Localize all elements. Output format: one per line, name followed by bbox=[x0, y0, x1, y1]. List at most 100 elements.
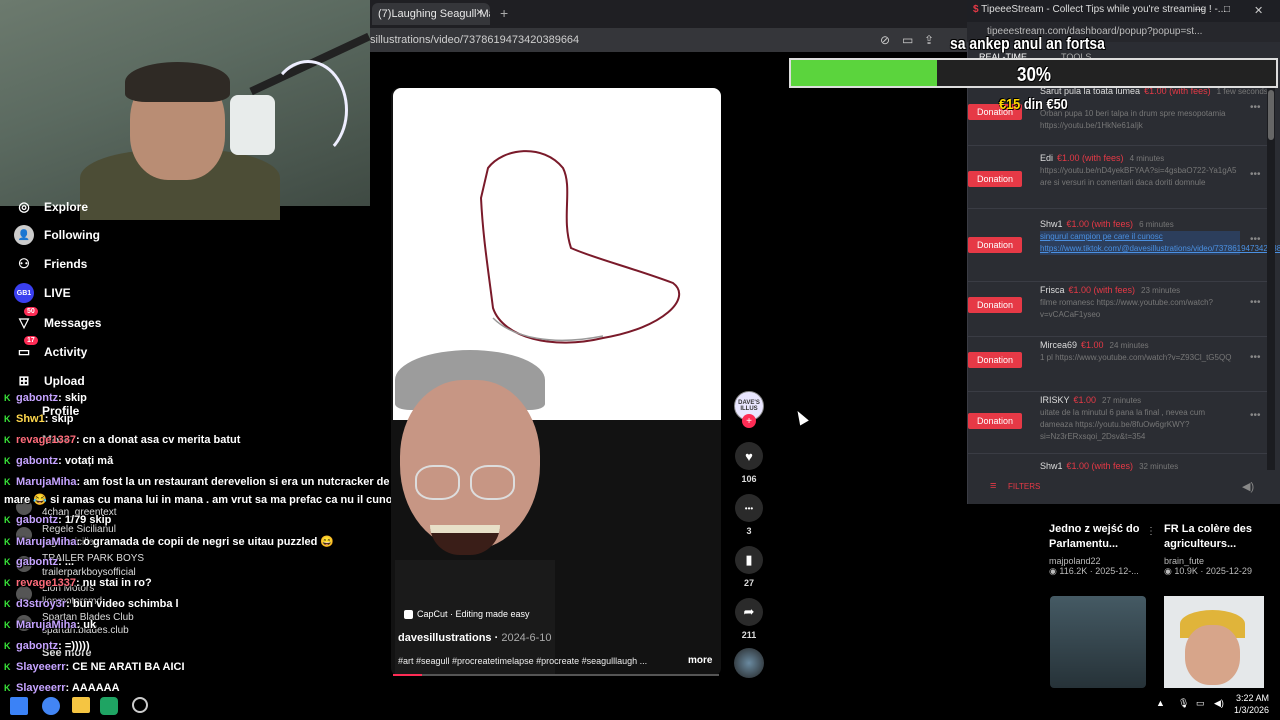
webcam-person-hair bbox=[125, 62, 230, 102]
suggestion-item[interactable]: FR La colère des agriculteurs... brain_f… bbox=[1164, 522, 1274, 577]
bookmark-icon[interactable]: ▮ bbox=[735, 546, 763, 574]
video-author-line[interactable]: davesillustrations · 2024-6-10 bbox=[398, 632, 551, 644]
music-disc-icon[interactable] bbox=[734, 648, 764, 678]
folder-icon[interactable] bbox=[72, 697, 90, 713]
maximize-icon[interactable]: □ bbox=[1224, 4, 1230, 15]
suggestion-thumbnail[interactable] bbox=[1050, 596, 1146, 688]
chat-message: Kgabontz: skip bbox=[4, 392, 87, 404]
more-button[interactable]: more bbox=[688, 655, 712, 666]
clock-date[interactable]: 1/3/2026 bbox=[1234, 705, 1269, 715]
twitch-badge-icon: K bbox=[4, 578, 11, 588]
more-options-icon[interactable]: ••• bbox=[1250, 169, 1261, 180]
more-options-icon[interactable]: ••• bbox=[1250, 352, 1261, 363]
chrome-icon[interactable] bbox=[42, 697, 60, 715]
share-count: 211 bbox=[741, 630, 757, 640]
capcut-watermark[interactable]: CapCut · Editing made easy bbox=[404, 609, 530, 619]
goal-percent: 30% bbox=[1017, 64, 1052, 86]
sidebar-item-following[interactable]: 👤 Following bbox=[14, 224, 100, 246]
volume-icon[interactable]: ◀) bbox=[1242, 480, 1254, 493]
twitch-badge-icon: K bbox=[4, 515, 11, 525]
donation-row: Donation Shw1 €1.00 (with fees) 6 minutes … bbox=[968, 212, 1280, 282]
app-icon[interactable] bbox=[100, 697, 118, 715]
live-icon: GB1 bbox=[14, 283, 34, 303]
obs-icon[interactable] bbox=[132, 697, 148, 713]
sidebar-item-messages[interactable]: ▽ 50 Messages bbox=[14, 307, 102, 334]
donation-message-link[interactable]: singurul campion pe care il cunosc https… bbox=[1040, 231, 1280, 255]
donation-row: Donation Mircea69 €1.00 24 minutes 1 pl ht… bbox=[968, 337, 1268, 392]
tipeee-logo-icon: $ bbox=[973, 4, 979, 15]
browser-tab[interactable]: (7)Laughing Seagull Man A bbox=[372, 3, 490, 25]
sidebar-item-activity[interactable]: ▭ 17 Activity bbox=[14, 336, 87, 363]
comment-button[interactable]: ••• 3 bbox=[734, 494, 764, 536]
speaker-icon[interactable]: ◀) bbox=[1214, 698, 1224, 709]
network-icon[interactable]: ▭ bbox=[1196, 698, 1205, 709]
donation-message: uitate de la minutul 6 pana la final , n… bbox=[1040, 408, 1205, 441]
donation-badge[interactable]: Donation bbox=[968, 413, 1022, 429]
windows-start-icon[interactable] bbox=[10, 697, 28, 715]
heart-icon[interactable]: ♥ bbox=[735, 442, 763, 470]
twitch-badge-icon: K bbox=[4, 557, 11, 567]
like-button[interactable]: ♥ 106 bbox=[734, 442, 764, 484]
more-options-icon[interactable]: ••• bbox=[1250, 102, 1261, 113]
more-options-icon[interactable]: ••• bbox=[1250, 234, 1261, 245]
more-options-icon[interactable]: ••• bbox=[1250, 297, 1261, 308]
suggestion-item[interactable]: Jedno z wejść do Parlamentu... majpoland… bbox=[1049, 522, 1159, 577]
mic-icon[interactable]: 🎙 bbox=[1178, 698, 1189, 709]
follow-plus-icon[interactable]: + bbox=[742, 414, 756, 428]
suggestion-menu-icon[interactable]: ⋮ bbox=[1146, 526, 1156, 537]
chat-message: K Slayeeerr: CE NE ARATI BA AICI bbox=[4, 661, 185, 673]
donation-badge[interactable]: Donation bbox=[968, 352, 1022, 368]
suggestion-title[interactable]: Jedno z wejść do Parlamentu... bbox=[1049, 522, 1159, 552]
post-date: 2024-6-10 bbox=[501, 632, 552, 644]
eye-off-icon[interactable]: ⊘ bbox=[880, 33, 894, 47]
video-hashtags[interactable]: #art #seagull #procreatetimelapse #procr… bbox=[398, 656, 688, 666]
save-button[interactable]: ▮ 27 bbox=[734, 546, 764, 588]
taskbar bbox=[0, 694, 160, 720]
new-tab-icon[interactable]: + bbox=[500, 5, 508, 21]
share-button[interactable]: ➦ 211 bbox=[734, 598, 764, 640]
clock-time[interactable]: 3:22 AM bbox=[1236, 693, 1269, 703]
chat-message: Kgabontz: ... bbox=[4, 556, 75, 568]
messages-icon: ▽ 50 bbox=[14, 307, 38, 333]
goal-amount: €15 din €50 bbox=[999, 96, 1068, 113]
author-name[interactable]: davesillustrations bbox=[398, 632, 492, 644]
donor-line: Shw1 €1.00 (with fees) 32 minutes bbox=[1040, 461, 1179, 471]
video-progress-track[interactable] bbox=[393, 674, 719, 676]
donation-badge[interactable]: Donation bbox=[968, 171, 1022, 187]
sidebar-item-friends[interactable]: ⚇ Friends bbox=[14, 253, 87, 275]
share-icon[interactable]: ➦ bbox=[735, 598, 763, 626]
sidebar-item-label: Following bbox=[44, 228, 100, 242]
donation-badge[interactable]: Donation bbox=[968, 297, 1022, 313]
donation-message: https://youtu.be/nD4yekBFYAA?si=4gsbaO72… bbox=[1040, 166, 1237, 187]
share-page-icon[interactable]: ⇪ bbox=[924, 33, 938, 47]
chat-message: Kgabontz: =))))) bbox=[4, 640, 90, 652]
chevron-up-icon[interactable]: ▲ bbox=[1156, 698, 1165, 708]
twitch-badge-icon: K bbox=[4, 414, 11, 424]
like-count: 106 bbox=[741, 474, 757, 484]
sidebar-item-upload[interactable]: ⊞ Upload bbox=[14, 370, 85, 392]
minimize-icon[interactable]: — bbox=[1195, 4, 1205, 15]
donor-line: Edi €1.00 (with fees) 4 minutes bbox=[1040, 153, 1165, 163]
tipeee-scrollbar-thumb[interactable] bbox=[1268, 90, 1274, 140]
comment-icon[interactable]: ••• bbox=[735, 494, 763, 522]
filters-button[interactable]: FILTERS bbox=[1008, 482, 1040, 491]
second-webcam-face bbox=[1185, 625, 1240, 685]
more-options-icon[interactable]: ••• bbox=[1250, 410, 1261, 421]
sidebar-item-label: Upload bbox=[44, 374, 85, 388]
tab-close-icon[interactable]: × bbox=[476, 5, 483, 19]
sidebar-item-live[interactable]: GB1 LIVE bbox=[14, 282, 71, 304]
sidebar-item-label: Messages bbox=[44, 316, 102, 330]
donor-line: Frisca €1.00 (with fees) 23 minutes bbox=[1040, 285, 1181, 295]
messages-badge: 50 bbox=[24, 307, 38, 316]
friends-icon: ⚇ bbox=[18, 256, 30, 271]
sidebar-item-explore[interactable]: ◎ Explore bbox=[14, 196, 88, 218]
goal-progress-fill bbox=[791, 60, 937, 86]
close-window-icon[interactable]: ✕ bbox=[1254, 4, 1263, 17]
donation-badge[interactable]: Donation bbox=[968, 237, 1022, 253]
suggestion-title[interactable]: FR La colère des agriculteurs... bbox=[1164, 522, 1274, 552]
following-icon: 👤 bbox=[14, 225, 34, 245]
filter-icon[interactable]: ≡ bbox=[990, 480, 996, 492]
video-progress-fill bbox=[393, 674, 422, 676]
screen-icon[interactable]: ▭ bbox=[902, 33, 916, 47]
url-text[interactable]: sillustrations/video/7378619473420389664 bbox=[370, 34, 579, 46]
